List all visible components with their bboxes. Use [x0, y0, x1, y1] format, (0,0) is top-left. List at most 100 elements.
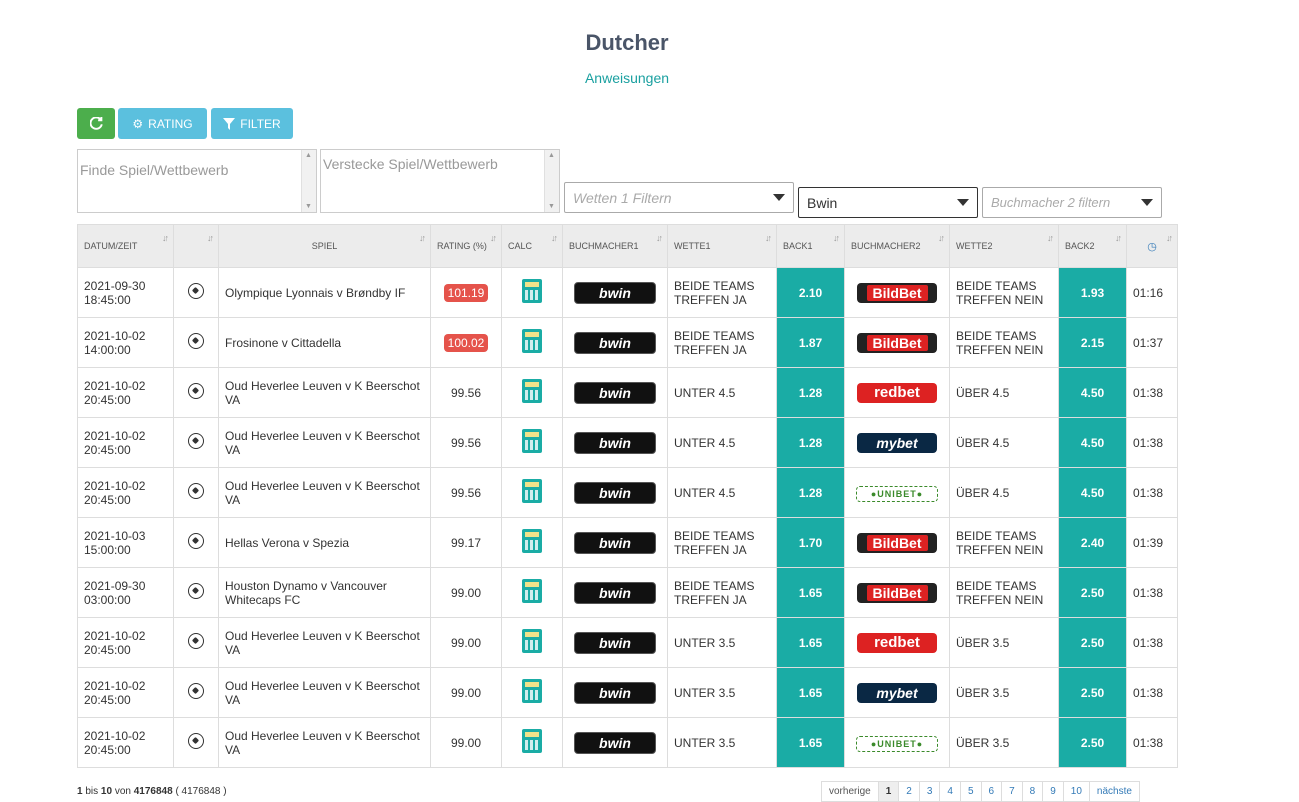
col-calc[interactable]: CALC ↓↑: [501, 224, 563, 268]
bookmaker1-cell[interactable]: bwin: [562, 617, 668, 668]
calculator-icon[interactable]: [522, 279, 542, 303]
page-title: Dutcher: [585, 30, 669, 55]
bookmaker2-cell[interactable]: BildBet: [844, 567, 950, 618]
find-game-textarea[interactable]: Finde Spiel/Wettbewerb: [77, 149, 317, 213]
calc-cell[interactable]: [501, 617, 563, 668]
datetime-cell: 2021-10-02 20:45:00: [77, 667, 174, 718]
bookmaker1-cell[interactable]: bwin: [562, 417, 668, 468]
bookmaker1-cell[interactable]: bwin: [562, 517, 668, 568]
col-bet1[interactable]: WETTE1 ↓↑: [667, 224, 777, 268]
col-bet2[interactable]: WETTE2 ↓↑: [949, 224, 1059, 268]
col-back1[interactable]: BACK1 ↓↑: [776, 224, 845, 268]
calc-cell[interactable]: [501, 417, 563, 468]
calculator-icon[interactable]: [522, 479, 542, 503]
calculator-icon[interactable]: [522, 629, 542, 653]
calculator-icon[interactable]: [522, 329, 542, 353]
rating-button[interactable]: ⚙ RATING: [118, 108, 207, 139]
datetime-cell: 2021-10-03 15:00:00: [77, 517, 174, 568]
refresh-button[interactable]: [77, 108, 115, 139]
calc-cell[interactable]: [501, 467, 563, 518]
filter-button[interactable]: FILTER: [211, 108, 293, 139]
bookmaker2-cell[interactable]: BildBet: [844, 317, 950, 368]
page-button[interactable]: 10: [1064, 782, 1090, 801]
bookmaker1-cell[interactable]: bwin: [562, 667, 668, 718]
col-bookmaker2[interactable]: BUCHMACHER2 ↓↑: [844, 224, 950, 268]
bookmaker2-cell[interactable]: ●UNIBET●: [844, 717, 950, 768]
calculator-icon[interactable]: [522, 379, 542, 403]
calc-cell[interactable]: [501, 567, 563, 618]
page-button[interactable]: 5: [961, 782, 982, 801]
bookmaker1-cell[interactable]: bwin: [562, 467, 668, 518]
page-button[interactable]: 3: [920, 782, 941, 801]
col-game[interactable]: SPIEL ↓↑: [218, 224, 431, 268]
game-name[interactable]: Oud Heverlee Leuven v K Beerschot VA: [225, 479, 420, 507]
calc-cell[interactable]: [501, 317, 563, 368]
col-clock[interactable]: ◷ ↓↑: [1126, 224, 1178, 268]
calculator-icon[interactable]: [522, 429, 542, 453]
bet1-cell: UNTER 4.5: [667, 417, 777, 468]
game-name[interactable]: Oud Heverlee Leuven v K Beerschot VA: [225, 729, 420, 757]
page-button[interactable]: 7: [1002, 782, 1023, 801]
bookmaker2-cell[interactable]: mybet: [844, 667, 950, 718]
bookmaker1-cell[interactable]: bwin: [562, 567, 668, 618]
calc-cell[interactable]: [501, 517, 563, 568]
bookmaker1-cell[interactable]: bwin: [562, 317, 668, 368]
bookmaker2-cell[interactable]: ●UNIBET●: [844, 467, 950, 518]
sport-cell: [173, 517, 219, 568]
hide-game-textarea[interactable]: Verstecke Spiel/Wettbewerb: [320, 149, 560, 213]
game-name[interactable]: Frosinone v Cittadella: [225, 336, 341, 350]
bookmaker2-cell[interactable]: redbet: [844, 617, 950, 668]
bet2-text: BEIDE TEAMS TREFFEN NEIN: [956, 328, 1044, 357]
bookmaker2-cell[interactable]: BildBet: [844, 267, 950, 318]
bookmaker1-logo: bwin: [574, 581, 656, 604]
game-name[interactable]: Olympique Lyonnais v Brøndby IF: [225, 286, 405, 300]
prev-page-button[interactable]: vorherige: [822, 782, 879, 801]
game-name[interactable]: Oud Heverlee Leuven v K Beerschot VA: [225, 629, 420, 657]
hide-scrollbar[interactable]: [544, 150, 559, 212]
page-button[interactable]: 4: [940, 782, 961, 801]
page-button[interactable]: 2: [899, 782, 920, 801]
col-datetime[interactable]: DATUM/ZEIT ↓↑: [77, 224, 174, 268]
instructions-link[interactable]: Anweisungen: [0, 70, 1254, 86]
game-name[interactable]: Oud Heverlee Leuven v K Beerschot VA: [225, 679, 420, 707]
next-page-button[interactable]: nächste: [1090, 782, 1139, 801]
bookmaker2-filter-select[interactable]: Buchmacher 2 filtern: [982, 187, 1162, 218]
bookmaker2-cell[interactable]: mybet: [844, 417, 950, 468]
bookmaker2-cell[interactable]: redbet: [844, 367, 950, 418]
calculator-icon[interactable]: [522, 679, 542, 703]
page-button[interactable]: 9: [1043, 782, 1064, 801]
time-text: 15:00:00: [84, 542, 131, 557]
col-rating[interactable]: RATING (%) ↓↑: [430, 224, 502, 268]
back2-value: 2.50: [1080, 735, 1105, 750]
col-back2[interactable]: BACK2 ↓↑: [1058, 224, 1127, 268]
calc-cell[interactable]: [501, 717, 563, 768]
bookmaker1-cell[interactable]: bwin: [562, 717, 668, 768]
bet2-cell: ÜBER 4.5: [949, 417, 1059, 468]
page-button[interactable]: 6: [982, 782, 1003, 801]
page-button[interactable]: 8: [1023, 782, 1044, 801]
bet2-cell: ÜBER 3.5: [949, 717, 1059, 768]
col-sport[interactable]: ↓↑: [173, 224, 219, 268]
calc-cell[interactable]: [501, 367, 563, 418]
bookmaker2-cell[interactable]: BildBet: [844, 517, 950, 568]
bookmaker1-select[interactable]: Bwin: [798, 187, 978, 218]
calculator-icon[interactable]: [522, 529, 542, 553]
find-game-placeholder: Finde Spiel/Wettbewerb: [80, 162, 229, 178]
bookmaker1-cell[interactable]: bwin: [562, 367, 668, 418]
calculator-icon[interactable]: [522, 579, 542, 603]
col-bookmaker1[interactable]: BUCHMACHER1 ↓↑: [562, 224, 668, 268]
calc-cell[interactable]: [501, 267, 563, 318]
page-button[interactable]: 1: [878, 782, 900, 801]
bet1-filter-select[interactable]: Wetten 1 Filtern: [564, 182, 794, 213]
bet1-text: BEIDE TEAMS TREFFEN JA: [674, 328, 755, 357]
bookmaker1-cell[interactable]: bwin: [562, 267, 668, 318]
game-name[interactable]: Oud Heverlee Leuven v K Beerschot VA: [225, 379, 420, 407]
game-name[interactable]: Oud Heverlee Leuven v K Beerschot VA: [225, 429, 420, 457]
clock-cell: 01:38: [1126, 567, 1178, 618]
gears-icon: ⚙: [132, 116, 144, 131]
game-name[interactable]: Houston Dynamo v Vancouver Whitecaps FC: [225, 579, 387, 607]
calc-cell[interactable]: [501, 667, 563, 718]
game-name[interactable]: Hellas Verona v Spezia: [225, 536, 349, 550]
calculator-icon[interactable]: [522, 729, 542, 753]
find-scrollbar[interactable]: [301, 150, 316, 212]
